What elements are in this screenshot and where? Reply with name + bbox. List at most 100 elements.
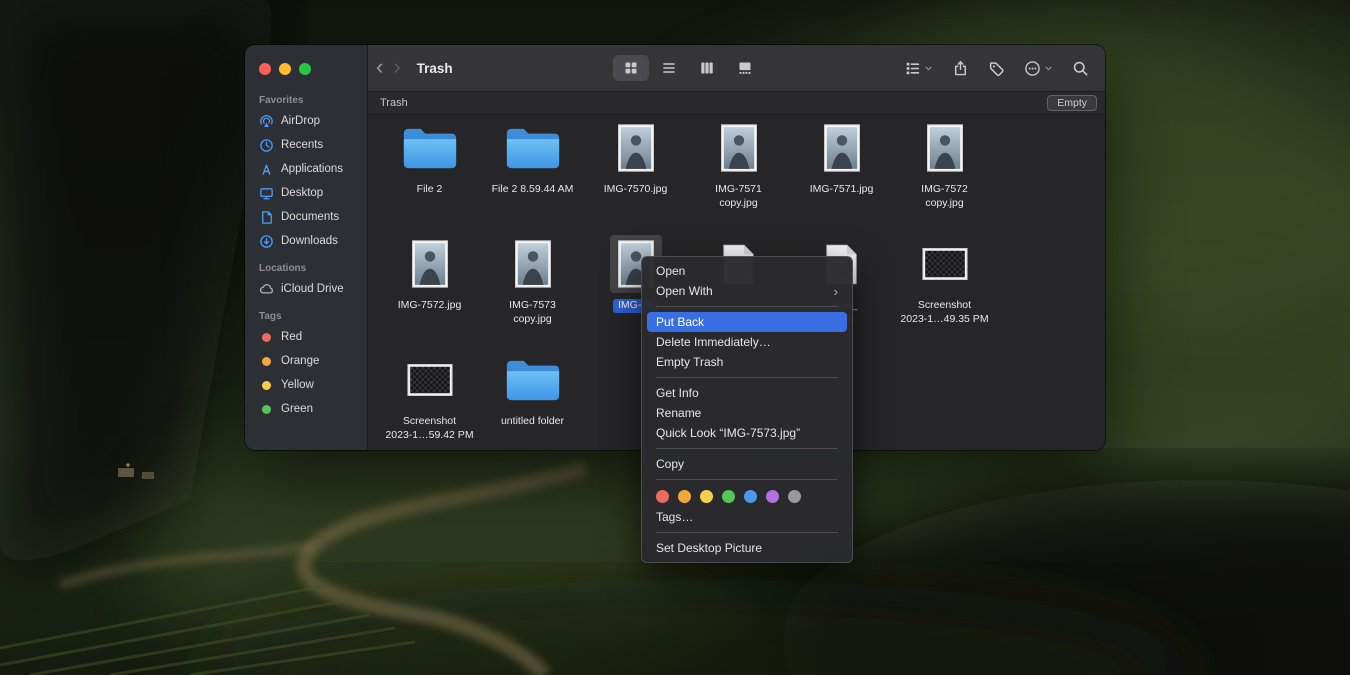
file-item[interactable]: IMG-7571 copy.jpg — [687, 119, 790, 235]
chevron-down-icon — [924, 64, 933, 73]
file-label: IMG-7572.jpg — [398, 299, 462, 313]
forward-button[interactable]: › — [391, 56, 408, 78]
file-item[interactable]: IMG-7572 copy.jpg — [893, 119, 996, 235]
screenshot-thumbnail-icon — [407, 364, 453, 396]
sidebar: Favorites AirDrop Recents Applications D… — [245, 45, 368, 450]
file-item[interactable]: Screenshot 2023-1…59.42 PM — [378, 351, 481, 450]
sidebar-item-applications[interactable]: Applications — [245, 157, 367, 181]
screenshot-thumbnail-icon — [922, 248, 968, 280]
sidebar-item-tag-red[interactable]: Red — [245, 325, 367, 349]
file-item[interactable]: IMG-7572.jpg — [378, 235, 481, 351]
menu-item-quick-look[interactable]: Quick Look “IMG-7573.jpg” — [647, 423, 847, 443]
view-switcher — [613, 55, 763, 81]
gallery-view-button[interactable] — [727, 55, 763, 81]
desktop-icon — [259, 186, 274, 201]
menu-item-rename[interactable]: Rename — [647, 403, 847, 423]
purple-tag-swatch[interactable] — [766, 490, 779, 503]
sidebar-item-icloud-drive[interactable]: iCloud Drive — [245, 277, 367, 301]
group-by-button[interactable] — [904, 60, 933, 77]
menu-item-label: Delete Immediately… — [656, 335, 771, 349]
sidebar-section-tags: Tags Red Orange Yellow Green — [245, 309, 367, 421]
sidebar-item-documents[interactable]: Documents — [245, 205, 367, 229]
sidebar-item-tag-green[interactable]: Green — [245, 397, 367, 421]
file-label: IMG-7571 copy.jpg — [715, 183, 762, 210]
sidebar-item-downloads[interactable]: Downloads — [245, 229, 367, 253]
folder-path-label: Trash — [380, 97, 408, 109]
file-item[interactable]: IMG-7573 copy.jpg — [481, 235, 584, 351]
minimize-button[interactable] — [279, 63, 291, 75]
zoom-button[interactable] — [299, 63, 311, 75]
share-button[interactable] — [952, 60, 969, 77]
photo-thumbnail-icon — [618, 124, 654, 172]
list-view-button[interactable] — [651, 55, 687, 81]
menu-item-label: Set Desktop Picture — [656, 541, 762, 555]
menu-item-copy[interactable]: Copy — [647, 454, 847, 474]
context-menu: Open Open With› Put Back Delete Immediat… — [641, 256, 853, 563]
file-item[interactable]: untitled folder — [481, 351, 584, 450]
file-item[interactable]: IMG-7570.jpg — [584, 119, 687, 235]
sidebar-item-label: Documents — [281, 211, 339, 223]
menu-item-set-desktop-picture[interactable]: Set Desktop Picture — [647, 538, 847, 558]
menu-item-get-info[interactable]: Get Info — [647, 383, 847, 403]
sidebar-section-title: Favorites — [245, 93, 367, 109]
share-icon — [952, 60, 969, 77]
menu-item-open-with[interactable]: Open With› — [647, 281, 847, 301]
menu-item-delete-immediately[interactable]: Delete Immediately… — [647, 332, 847, 352]
search-button[interactable] — [1072, 60, 1089, 77]
sidebar-item-tag-yellow[interactable]: Yellow — [245, 373, 367, 397]
menu-divider — [656, 377, 838, 378]
menu-item-open[interactable]: Open — [647, 261, 847, 281]
file-label: IMG-7572 copy.jpg — [921, 183, 968, 210]
file-item[interactable]: IMG-7571.jpg — [790, 119, 893, 235]
photo-thumbnail-icon — [927, 124, 963, 172]
close-button[interactable] — [259, 63, 271, 75]
grid-view-icon — [623, 60, 639, 76]
downloads-icon — [259, 234, 274, 249]
folder-icon — [505, 359, 561, 402]
submenu-arrow-icon: › — [834, 284, 838, 299]
sidebar-item-label: AirDrop — [281, 115, 320, 127]
blue-tag-swatch[interactable] — [744, 490, 757, 503]
green-tag-swatch[interactable] — [722, 490, 735, 503]
menu-item-empty-trash[interactable]: Empty Trash — [647, 352, 847, 372]
menu-item-label: Open — [656, 264, 685, 278]
sidebar-item-label: Yellow — [281, 379, 314, 391]
list-view-icon — [661, 60, 677, 76]
menu-item-label: Put Back — [656, 315, 704, 329]
orange-tag-swatch[interactable] — [678, 490, 691, 503]
sidebar-item-airdrop[interactable]: AirDrop — [245, 109, 367, 133]
red-tag-swatch[interactable] — [656, 490, 669, 503]
chevron-down-icon — [1044, 64, 1053, 73]
sidebar-section-title: Tags — [245, 309, 367, 325]
sidebar-item-desktop[interactable]: Desktop — [245, 181, 367, 205]
sidebar-item-label: Red — [281, 331, 302, 343]
icon-view-button[interactable] — [613, 55, 649, 81]
back-button[interactable]: ‹ — [368, 56, 391, 78]
menu-item-label: Quick Look “IMG-7573.jpg” — [656, 426, 800, 440]
tags-button[interactable] — [988, 60, 1005, 77]
menu-item-label: Copy — [656, 457, 684, 471]
empty-trash-button[interactable]: Empty — [1047, 95, 1097, 111]
photo-thumbnail-icon — [721, 124, 757, 172]
photo-thumbnail-icon — [412, 240, 448, 288]
menu-item-put-back[interactable]: Put Back — [647, 312, 847, 332]
column-view-button[interactable] — [689, 55, 725, 81]
sidebar-item-tag-orange[interactable]: Orange — [245, 349, 367, 373]
yellow-tag-icon — [262, 381, 271, 390]
menu-divider — [656, 532, 838, 533]
column-view-icon — [699, 60, 715, 76]
file-item[interactable]: File 2 8.59.44 AM — [481, 119, 584, 235]
menu-item-tags[interactable]: Tags… — [647, 507, 847, 527]
menu-divider — [656, 306, 838, 307]
file-item[interactable]: Screenshot 2023-1…49.35 PM — [893, 235, 996, 351]
file-item[interactable]: File 2 — [378, 119, 481, 235]
photo-thumbnail-icon — [824, 124, 860, 172]
yellow-tag-swatch[interactable] — [700, 490, 713, 503]
sidebar-item-recents[interactable]: Recents — [245, 133, 367, 157]
sidebar-item-label: Desktop — [281, 187, 323, 199]
gray-tag-swatch[interactable] — [788, 490, 801, 503]
more-actions-button[interactable] — [1024, 60, 1053, 77]
file-label: IMG-7570.jpg — [604, 183, 668, 197]
window-title: Trash — [417, 61, 453, 76]
file-label: IMG-7571.jpg — [810, 183, 874, 197]
